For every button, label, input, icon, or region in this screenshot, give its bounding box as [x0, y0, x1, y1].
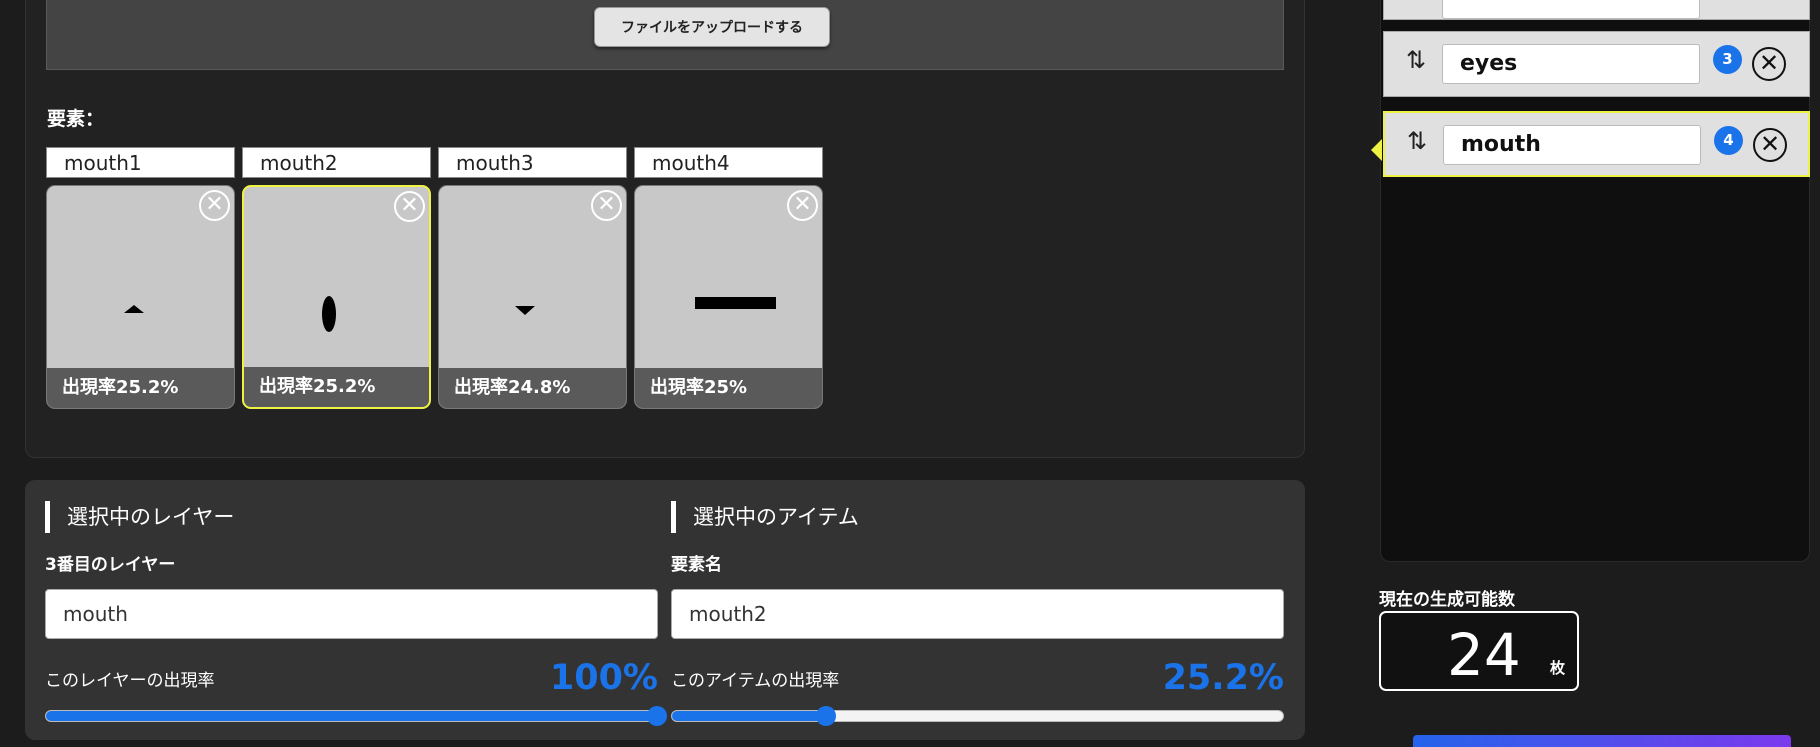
layer-row[interactable]: ⇅ eyes 3 ✕ — [1383, 31, 1810, 97]
close-icon[interactable]: ✕ — [1752, 47, 1786, 81]
element-card[interactable]: ✕ 出現率25% — [634, 185, 823, 409]
item-rate-label: このアイテムの出現率 — [671, 671, 840, 691]
sort-icon[interactable]: ⇅ — [1406, 46, 1426, 74]
element-name-input[interactable]: mouth4 — [634, 147, 823, 178]
layer-name-input[interactable]: mouth — [1443, 125, 1701, 165]
element-rate: 出現率25% — [635, 368, 822, 408]
action-buttons-bar[interactable] — [1413, 735, 1791, 747]
element-rate: 出現率25.2% — [47, 368, 234, 408]
layer-rate-slider[interactable] — [45, 706, 667, 726]
layer-number-badge: 3 — [1713, 45, 1742, 74]
item-rate-slider[interactable] — [671, 706, 1284, 726]
element-rate: 出現率24.8% — [439, 368, 626, 408]
layer-name-input[interactable]: mouth — [45, 589, 658, 639]
close-icon[interactable]: ✕ — [1753, 128, 1787, 162]
item-name-label: 要素名 — [671, 555, 722, 575]
generation-count-box: 24 枚 — [1379, 611, 1579, 691]
mouth-shape-image — [515, 306, 535, 315]
selection-pointer-icon — [1371, 139, 1382, 161]
element-name-input[interactable]: mouth1 — [46, 147, 235, 178]
generation-count-label: 現在の生成可能数 — [1379, 590, 1515, 610]
layer-name-input[interactable]: eyes — [1442, 44, 1700, 84]
close-icon[interactable]: ✕ — [787, 190, 818, 221]
layer-index-label: 3番目のレイヤー — [45, 555, 176, 575]
sort-icon[interactable]: ⇅ — [1407, 127, 1427, 155]
element-name-input[interactable]: mouth3 — [438, 147, 627, 178]
layer-row[interactable] — [1383, 0, 1810, 20]
layer-name-input[interactable] — [1442, 0, 1700, 19]
mouth-shape-image — [124, 305, 144, 313]
layer-rate-value: 100% — [549, 658, 658, 698]
close-icon[interactable]: ✕ — [591, 190, 622, 221]
close-icon[interactable]: ✕ — [199, 190, 230, 221]
element-rate: 出現率25.2% — [244, 367, 429, 407]
item-rate-value: 25.2% — [1162, 658, 1284, 698]
layer-row-active[interactable]: ⇅ mouth 4 ✕ — [1383, 111, 1810, 177]
layer-number-badge: 4 — [1714, 126, 1743, 155]
upload-file-button[interactable]: ファイルをアップロードする — [594, 7, 830, 47]
mouth-shape-image — [695, 297, 776, 309]
layer-rate-label: このレイヤーの出現率 — [45, 671, 215, 691]
upload-area: ファイルをアップロードする — [46, 0, 1284, 70]
mouth-shape-image — [322, 296, 336, 332]
item-name-input[interactable]: mouth2 — [671, 589, 1284, 639]
close-icon[interactable]: ✕ — [394, 191, 425, 222]
slider-fill — [46, 711, 657, 721]
element-name-input[interactable]: mouth2 — [242, 147, 431, 178]
slider-fill — [672, 711, 826, 721]
element-card-selected[interactable]: ✕ 出現率25.2% — [242, 185, 431, 409]
selected-item-title: 選択中のアイテム — [671, 501, 859, 533]
slider-thumb[interactable] — [647, 706, 667, 726]
generation-count: 24 — [1447, 621, 1521, 689]
selected-layer-title: 選択中のレイヤー — [45, 501, 234, 533]
element-card[interactable]: ✕ 出現率25.2% — [46, 185, 235, 409]
slider-thumb[interactable] — [815, 706, 836, 726]
element-card[interactable]: ✕ 出現率24.8% — [438, 185, 627, 409]
elements-heading: 要素： — [47, 108, 105, 130]
generation-unit: 枚 — [1549, 659, 1565, 677]
